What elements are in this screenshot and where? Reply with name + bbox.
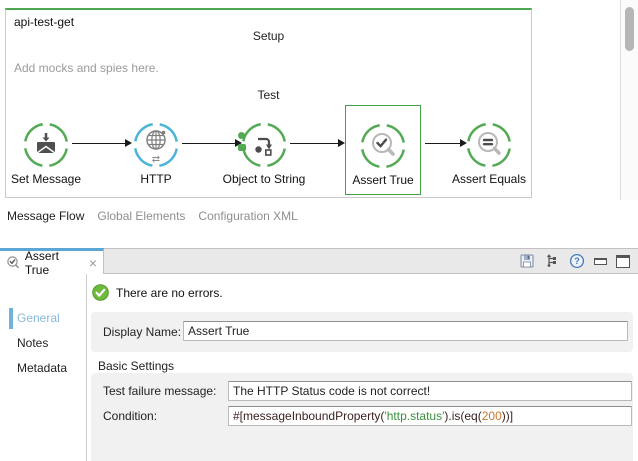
properties-sidebar: General Notes Metadata — [0, 274, 87, 461]
outline-tree-icon[interactable] — [544, 253, 560, 269]
basic-settings-group: Test failure message: Condition: #[messa… — [91, 373, 633, 461]
transform-icon — [255, 137, 272, 156]
save-icon[interactable] — [519, 253, 535, 269]
http-swap-glyph: ⇄ — [151, 154, 161, 165]
test-failure-message-label: Test failure message: — [103, 384, 217, 398]
sidebar-item-general[interactable]: General — [0, 306, 86, 331]
assert-equals-icon — [478, 132, 501, 155]
properties-tabbar: Assert True × ? — [0, 248, 638, 277]
sidebar-item-metadata[interactable]: Metadata — [0, 356, 86, 381]
node-object-to-string[interactable]: Object to String — [223, 105, 305, 195]
node-label: Assert True — [352, 173, 414, 187]
condition-label: Condition: — [103, 409, 158, 423]
node-label: Set Message — [10, 172, 82, 186]
panel-toolbar: ? — [519, 249, 630, 273]
properties-panel: Assert True × ? General Notes Metadata T… — [0, 248, 638, 461]
condition-input[interactable]: #[messageInboundProperty('http.status').… — [228, 406, 632, 426]
condition-text: ).is(eq( — [444, 409, 482, 423]
display-name-label: Display Name: — [103, 325, 182, 339]
tab-message-flow[interactable]: Message Flow — [7, 209, 84, 223]
tab-title: Assert True — [24, 248, 59, 277]
scrollbar-thumb[interactable] — [625, 7, 634, 51]
spy-dash — [238, 144, 246, 151]
status-row: There are no errors. — [92, 284, 223, 301]
svg-text:?: ? — [574, 256, 580, 266]
properties-content: There are no errors. Display Name: Basic… — [88, 274, 638, 461]
globe-icon — [146, 130, 166, 150]
spy-dot — [238, 132, 245, 139]
flow-canvas[interactable]: api-test-get Setup Add mocks and spies h… — [5, 8, 532, 198]
properties-body: General Notes Metadata There are no erro… — [0, 274, 638, 461]
setup-hint-text: Add mocks and spies here. — [14, 61, 159, 75]
display-name-group: Display Name: — [91, 312, 633, 352]
assert-check-icon — [372, 133, 395, 156]
no-errors-icon — [92, 284, 109, 301]
node-label: HTTP — [140, 172, 172, 186]
condition-string: 'http.status' — [384, 409, 445, 423]
tab-assert-true[interactable]: Assert True × — [0, 248, 104, 277]
node-label: Assert Equals — [451, 172, 527, 186]
test-phase-label: Test — [257, 88, 280, 102]
condition-text: #[messageInboundProperty( — [233, 409, 385, 423]
canvas-vertical-scrollbar[interactable] — [620, 0, 638, 200]
tab-global-elements[interactable]: Global Elements — [97, 209, 185, 223]
node-assert-true[interactable]: Assert True — [345, 105, 421, 195]
flow-title: api-test-get — [14, 15, 75, 29]
sidebar-item-notes[interactable]: Notes — [0, 331, 86, 356]
node-assert-equals[interactable]: Assert Equals — [451, 105, 527, 195]
basic-settings-title: Basic Settings — [98, 359, 175, 373]
maximize-icon[interactable] — [616, 254, 630, 268]
close-icon[interactable]: × — [89, 256, 97, 270]
node-set-message[interactable]: Set Message — [8, 105, 84, 195]
editor-view-tabs: Message Flow Global Elements Configurati… — [0, 205, 637, 227]
display-name-input[interactable] — [183, 321, 628, 341]
condition-number: 200 — [481, 409, 502, 423]
help-icon[interactable]: ? — [569, 253, 585, 269]
status-text: There are no errors. — [116, 285, 223, 300]
node-http[interactable]: ⇄ HTTP — [118, 105, 194, 195]
test-failure-message-input[interactable] — [228, 381, 632, 401]
application-window: api-test-get Setup Add mocks and spies h… — [0, 0, 638, 461]
envelope-icon — [36, 133, 56, 154]
assert-check-icon — [7, 256, 19, 269]
tab-configuration-xml[interactable]: Configuration XML — [198, 209, 297, 223]
setup-phase-label: Setup — [252, 29, 285, 43]
minimize-icon[interactable] — [594, 257, 607, 265]
node-label: Object to String — [222, 172, 306, 186]
condition-text: ))] — [501, 409, 514, 423]
